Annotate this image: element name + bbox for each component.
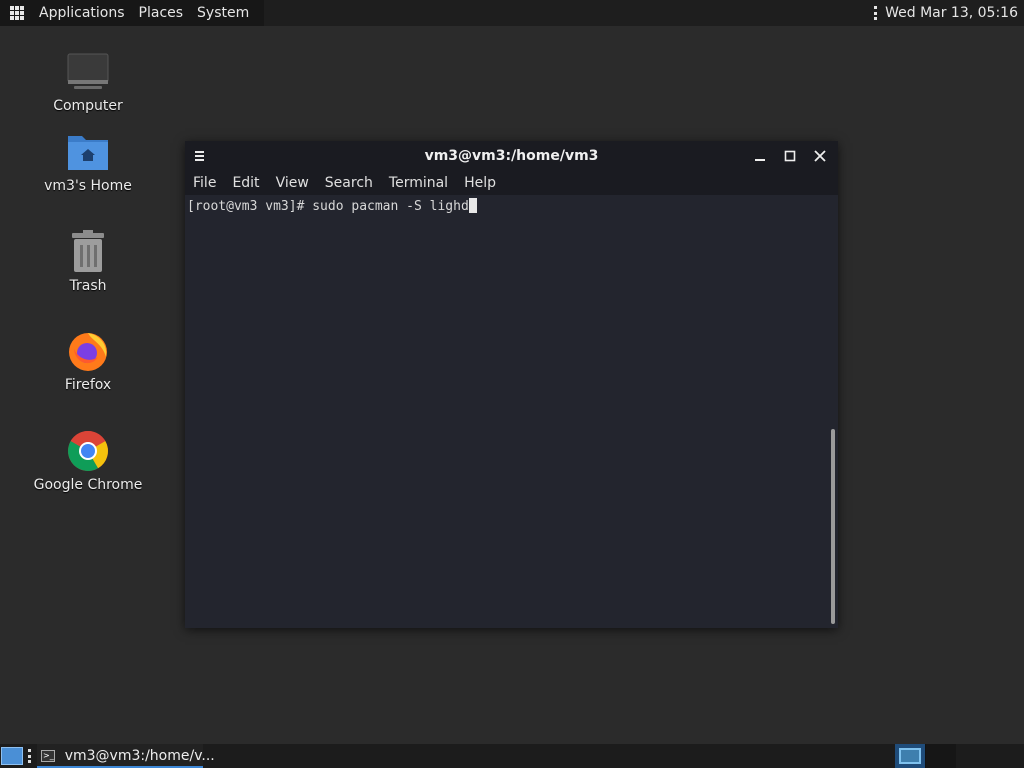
terminal-menubar: File Edit View Search Terminal Help <box>185 171 838 195</box>
desktop-icon-label: Google Chrome <box>33 477 143 493</box>
command-text: sudo pacman -S lighd <box>312 199 469 214</box>
top-panel-menus: Applications Places System <box>0 0 265 26</box>
applications-menu[interactable]: Applications <box>32 0 132 26</box>
desktop-icon-label: Trash <box>69 278 107 294</box>
menu-file[interactable]: File <box>185 175 224 191</box>
desktop-icon-label: vm3's Home <box>44 178 132 194</box>
places-menu[interactable]: Places <box>132 0 191 26</box>
home-folder-icon <box>66 130 110 174</box>
bottom-panel: >_ vm3@vm3:/home/v... <box>0 744 1024 768</box>
system-menu[interactable]: System <box>190 0 256 26</box>
trash-icon <box>66 230 110 274</box>
desktop-icon-firefox[interactable]: Firefox <box>23 329 153 393</box>
panel-handle-icon[interactable] <box>874 6 878 20</box>
desktop-icon-computer[interactable]: Computer <box>23 50 153 114</box>
shell-prompt: [root@vm3 vm3]# <box>187 199 313 214</box>
desktop-icon-label: Firefox <box>64 377 112 393</box>
chrome-icon <box>66 429 110 473</box>
taskbar-item-terminal[interactable]: >_ vm3@vm3:/home/v... <box>37 744 215 768</box>
close-icon[interactable] <box>810 146 830 166</box>
computer-icon <box>66 50 110 94</box>
clock[interactable]: Wed Mar 13, 05:16 <box>885 5 1018 21</box>
menu-search[interactable]: Search <box>317 175 381 191</box>
terminal-icon: >_ <box>41 750 55 762</box>
desktop-icon-label: Computer <box>53 98 123 114</box>
menu-edit[interactable]: Edit <box>224 175 267 191</box>
terminal-output[interactable]: [root@vm3 vm3]# sudo pacman -S lighd <box>185 195 838 628</box>
menu-terminal[interactable]: Terminal <box>381 175 456 191</box>
menu-help[interactable]: Help <box>456 175 504 191</box>
workspace-1[interactable] <box>895 744 925 768</box>
scrollbar[interactable] <box>831 429 835 624</box>
firefox-icon <box>66 329 110 373</box>
text-cursor <box>468 198 477 213</box>
workspace-2[interactable] <box>925 744 956 768</box>
show-desktop-button[interactable] <box>1 747 23 765</box>
top-panel-right: Wed Mar 13, 05:16 <box>874 0 1024 26</box>
window-title: vm3@vm3:/home/vm3 <box>424 148 599 164</box>
workspace-switcher <box>895 744 956 768</box>
terminal-window[interactable]: vm3@vm3:/home/vm3 File Edit View Search … <box>185 141 838 628</box>
panel-handle-icon[interactable] <box>28 749 32 763</box>
maximize-icon[interactable] <box>780 146 800 166</box>
terminal-titlebar[interactable]: vm3@vm3:/home/vm3 <box>185 141 838 171</box>
desktop-icon-trash[interactable]: Trash <box>23 230 153 294</box>
desktop-icon-home[interactable]: vm3's Home <box>23 130 153 194</box>
desktop-icon-chrome[interactable]: Google Chrome <box>23 429 153 493</box>
top-panel: Applications Places System Wed Mar 13, 0… <box>0 0 1024 26</box>
taskbar-item-label: vm3@vm3:/home/v... <box>64 748 215 764</box>
menu-view[interactable]: View <box>268 175 317 191</box>
apps-grid-icon[interactable] <box>10 6 24 20</box>
minimize-icon[interactable] <box>750 146 770 166</box>
hamburger-menu-icon[interactable] <box>195 151 209 161</box>
